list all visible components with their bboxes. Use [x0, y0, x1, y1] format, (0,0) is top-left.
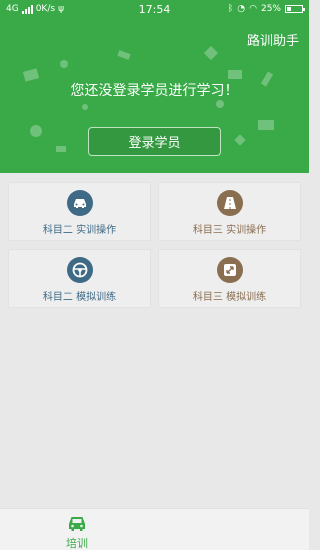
wifi-icon: ◠: [249, 4, 257, 14]
battery-icon: [285, 5, 305, 13]
decoration-icon: [234, 134, 246, 146]
steering-wheel-icon: [67, 257, 93, 283]
status-bar: 4G 0K/s ψ 17:54 ᛒ ◔ ◠ 25%: [0, 0, 309, 20]
tab-training[interactable]: 培训: [58, 511, 96, 550]
alarm-icon: ◔: [237, 4, 246, 14]
login-prompt: 您还没登录学员进行学习！: [70, 83, 239, 99]
login-student-button[interactable]: 登录学员: [88, 127, 221, 156]
decoration-icon: [56, 146, 66, 152]
car-icon: [69, 517, 85, 531]
expand-arrows-icon: [217, 257, 243, 283]
module-card-subject2-simulation[interactable]: 科目二 模拟训练: [8, 249, 151, 308]
decoration-icon: [258, 120, 274, 130]
module-label: 科目二 模拟训练: [42, 292, 117, 303]
decoration-icon: [60, 60, 68, 68]
module-card-subject3-practice[interactable]: 科目三 实训操作: [158, 182, 301, 241]
module-card-subject2-practice[interactable]: 科目二 实训操作: [8, 182, 151, 241]
helper-link[interactable]: 路训助手: [247, 30, 299, 49]
battery-percent: 25%: [260, 4, 281, 14]
header-banner: 4G 0K/s ψ 17:54 ᛒ ◔ ◠ 25% 路训助手 您还没登录学员进行…: [0, 0, 309, 173]
decoration-icon: [216, 100, 224, 108]
module-label: 科目三 模拟训练: [192, 292, 267, 303]
decoration-icon: [82, 104, 88, 110]
module-label: 科目三 实训操作: [192, 225, 267, 236]
bluetooth-icon: ᛒ: [227, 4, 234, 14]
bottom-navigation: 培训: [0, 508, 309, 550]
car-icon: [67, 190, 93, 216]
decoration-icon: [228, 70, 242, 79]
decoration-icon: [30, 125, 42, 137]
module-card-subject3-simulation[interactable]: 科目三 模拟训练: [158, 249, 301, 308]
module-label: 科目二 实训操作: [42, 225, 117, 236]
tab-label: 培训: [66, 537, 88, 550]
road-icon: [217, 190, 243, 216]
decoration-icon: [203, 45, 219, 61]
decoration-icon: [117, 50, 131, 60]
